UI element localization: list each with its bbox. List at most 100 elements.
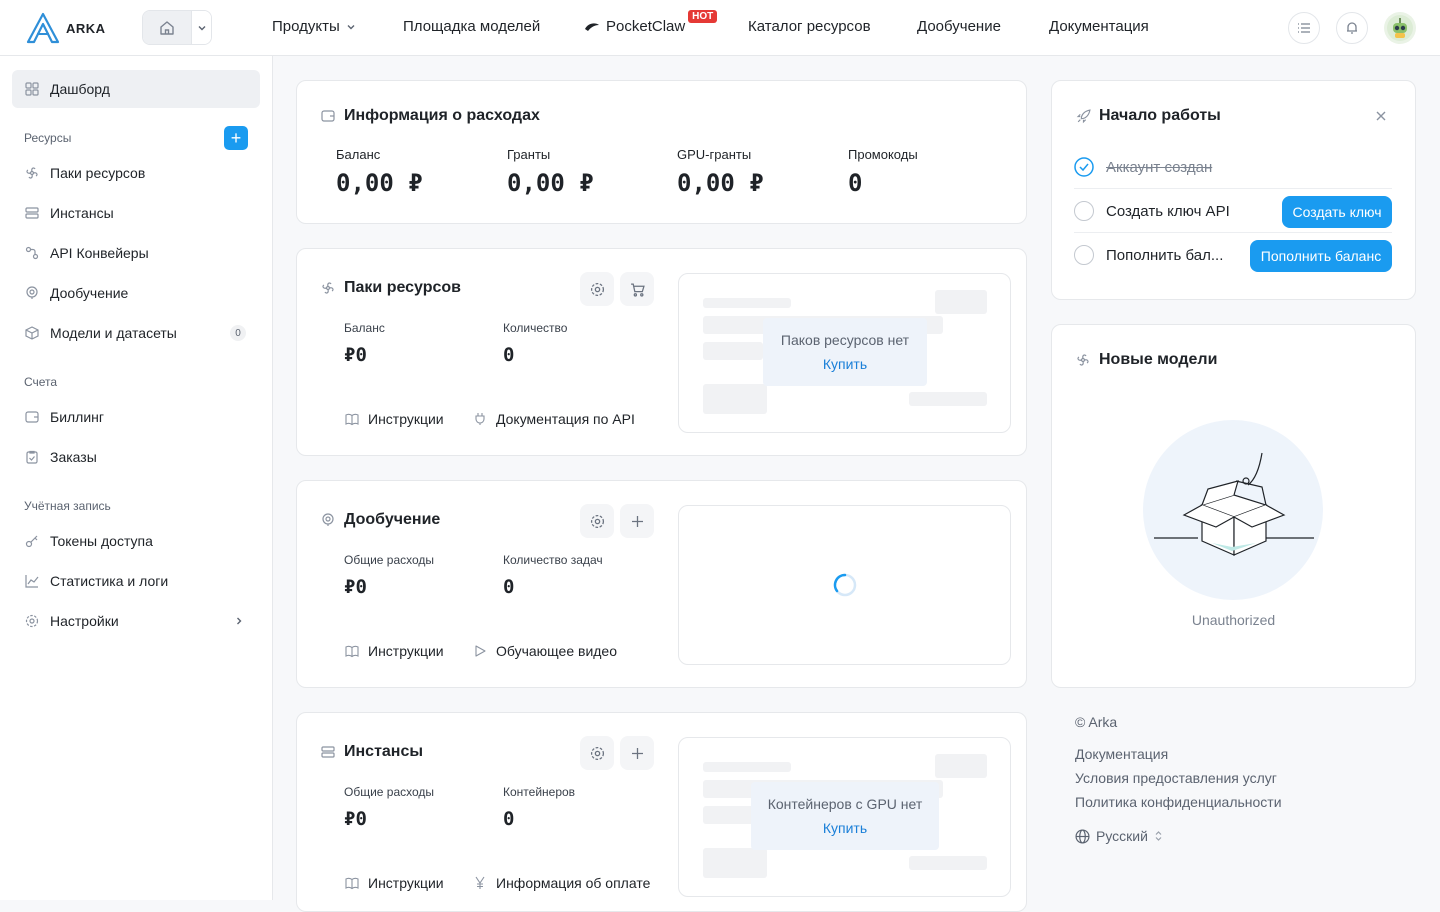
topup-balance-button[interactable]: Пополнить баланс [1250,240,1392,272]
finetune-instructions-link[interactable]: Инструкции [344,643,444,659]
instances-empty-text: Контейнеров с GPU нет [767,796,923,812]
instances-total-value: ₽0 [344,808,367,830]
nav-finetune[interactable]: Дообучение [917,18,1001,35]
server-icon [24,205,40,221]
new-models-card: Новые модели Unauthorized [1051,324,1416,688]
home-button[interactable] [143,11,191,44]
bell-icon [1347,22,1357,34]
finetune-video-link[interactable]: Обучающее видео [472,643,617,659]
instances-instructions-link[interactable]: Инструкции [344,875,444,891]
nav-models[interactable]: Площадка моделей [403,18,540,35]
chevron-down-icon [347,24,355,29]
packs-buy-link[interactable]: Купить [823,356,867,372]
footer-privacy-link[interactable]: Политика конфиденциальности [1075,794,1282,810]
plus-icon [631,515,643,527]
new-models-title: Новые модели [1075,351,1217,369]
fan-icon [1075,352,1091,368]
finetune-loading-panel [678,505,1011,665]
packs-settings-button[interactable] [580,272,614,306]
skeleton-bar [935,290,987,314]
balance-value: 0,00 ₽ [336,169,423,197]
user-avatar[interactable] [1384,12,1416,44]
expenses-card: Информация о расходах Баланс 0,00 ₽ Гран… [296,80,1027,224]
sidebar-item-api-pipelines[interactable]: API Конвейеры [12,234,260,272]
instances-containers-label: Контейнеров [503,785,576,799]
cube-icon [24,325,40,341]
sidebar-item-tokens[interactable]: Токены доступа [12,522,260,560]
brand-logo[interactable]: ARKA [26,12,106,44]
skeleton-bar [703,298,791,308]
step-label: Аккаунт создан [1106,158,1213,176]
chevron-updown-icon [1155,831,1162,841]
sidebar-item-resource-packs[interactable]: Паки ресурсов [12,154,260,192]
sidebar-item-label: Дашборд [50,81,110,97]
instances-empty-state: Контейнеров с GPU нет Купить [751,782,939,850]
wallet-icon [24,409,40,425]
pipeline-icon [24,245,40,261]
sidebar-item-dashboard[interactable]: Дашборд [12,70,260,108]
language-selector[interactable]: Русский [1075,828,1163,844]
nav-products-label: Продукты [272,18,340,35]
step-label: Создать ключ API [1106,202,1230,220]
packs-cart-button[interactable] [620,272,654,306]
skeleton-bar [703,762,791,772]
finetune-settings-button[interactable] [580,504,614,538]
link-label: Обучающее видео [496,643,618,659]
nav-pocketclaw[interactable]: PocketClaw HOT [584,10,718,35]
sidebar-item-billing[interactable]: Биллинг [12,398,260,436]
key-icon [24,533,40,549]
grid-icon [24,81,40,97]
skeleton-bar [703,342,763,360]
wallet-icon [320,108,336,124]
sidebar-item-label: Дообучение [50,285,129,301]
skeleton-bar [703,384,767,414]
link-label: Информация об оплате [496,875,651,891]
gear-icon [590,746,604,760]
sidebar-item-models-datasets[interactable]: Модели и датасеты 0 [12,314,260,352]
finetune-title-text: Дообучение [344,511,441,528]
instances-settings-button[interactable] [580,736,614,770]
nav-docs[interactable]: Документация [1049,18,1149,35]
sidebar-item-label: Токены доступа [50,533,153,549]
notifications-button[interactable] [1336,12,1368,44]
onboarding-card: Начало работы Аккаунт создан Создать клю… [1051,80,1416,300]
packs-api-docs-link[interactable]: Документация по API [472,411,635,427]
promo-value: 0 [848,169,863,197]
add-resource-button[interactable]: + [224,126,248,150]
sidebar-item-orders[interactable]: Заказы [12,438,260,476]
instances-buy-link[interactable]: Купить [823,820,867,836]
finetune-add-button[interactable] [620,504,654,538]
footer-docs-link[interactable]: Документация [1075,746,1168,762]
home-dropdown-button[interactable] [191,11,211,44]
rocket-icon [1075,108,1091,124]
packs-instructions-link[interactable]: Инструкции [344,411,444,427]
gear-icon [24,613,40,629]
expenses-title-text: Информация о расходах [344,107,540,124]
book-icon [344,875,360,891]
sidebar-item-settings[interactable]: Настройки [12,602,260,640]
nav-catalog[interactable]: Каталог ресурсов [748,18,871,35]
footer-terms-link[interactable]: Условия предоставления услуг [1075,770,1277,786]
sidebar-item-label: Модели и датасеты [50,325,177,341]
divider [1074,232,1392,233]
sidebar-item-stats[interactable]: Статистика и логи [12,562,260,600]
brand-name: ARKA [66,20,106,36]
sidebar-section-accounts: Счета [24,375,58,389]
tasks-button[interactable] [1288,12,1320,44]
finetune-card: Дообучение Общие расходы ₽0 Количество з… [296,480,1027,688]
finetune-tasks-label: Количество задач [503,553,603,567]
models-count-badge: 0 [230,325,246,341]
instances-containers-value: 0 [503,808,515,830]
nav-products[interactable]: Продукты [272,18,356,35]
sidebar-item-finetune[interactable]: Дообучение [12,274,260,312]
onboarding-step-account: Аккаунт создан [1074,157,1392,177]
sidebar-item-instances[interactable]: Инстансы [12,194,260,232]
sidebar-item-label: Заказы [50,449,97,465]
instances-payment-link[interactable]: Информация об оплате [472,875,650,891]
create-key-button[interactable]: Создать ключ [1282,196,1392,228]
resource-packs-card: Паки ресурсов Баланс ₽0 Количество 0 Инс… [296,248,1027,456]
instances-add-button[interactable] [620,736,654,770]
onboarding-close-button[interactable] [1374,109,1388,126]
chevron-down-icon [198,25,205,30]
packs-empty-panel: Паков ресурсов нет Купить [678,273,1011,433]
